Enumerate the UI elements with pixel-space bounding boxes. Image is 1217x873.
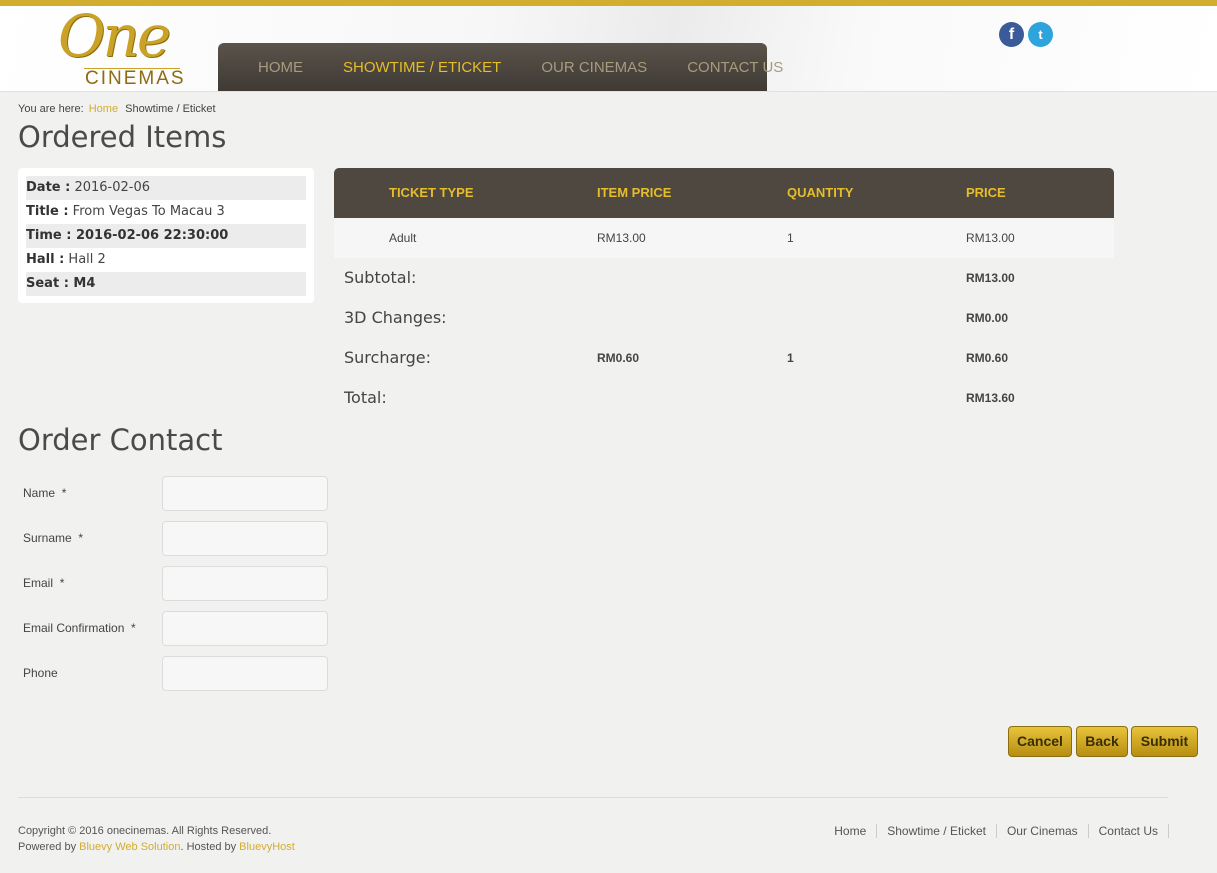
column-quantity: QUANTITY	[787, 185, 854, 200]
info-value: From Vegas To Macau 3	[68, 204, 225, 219]
email-input[interactable]	[162, 566, 328, 601]
footer-nav-showtime-eticket[interactable]: Showtime / Eticket	[877, 824, 997, 838]
footer-divider	[18, 797, 1168, 798]
field-label-text: Email	[23, 576, 54, 590]
column-item-price: ITEM PRICE	[597, 185, 672, 200]
ordered-items-title: Ordered Items	[18, 120, 227, 154]
info-row-time: Time : 2016-02-06 22:30:00	[26, 224, 306, 248]
surcharge-item-price: RM0.60	[597, 351, 640, 365]
info-value: 2016-02-06 22:30:00	[71, 228, 229, 243]
breadcrumb-current: Showtime / Eticket	[125, 103, 216, 115]
info-row-hall: Hall : Hall 2	[26, 248, 306, 272]
bluevy-web-solution-link[interactable]: Bluevy Web Solution	[79, 841, 180, 853]
email-label: Email *	[23, 576, 64, 590]
field-label-text: Name	[23, 486, 56, 500]
field-label-text: Surname	[23, 531, 72, 545]
info-value: M4	[68, 276, 96, 291]
3d-changes-value: RM0.00	[966, 311, 1009, 325]
nav-our-cinemas[interactable]: OUR CINEMAS	[541, 59, 647, 76]
info-label: Date :	[26, 180, 71, 195]
column-price: PRICE	[966, 185, 1006, 200]
required-marker: *	[59, 576, 65, 590]
info-row-title: Title : From Vegas To Macau 3	[26, 200, 306, 224]
subtotal-label: Subtotal:	[344, 268, 417, 287]
footer-nav-home[interactable]: Home	[824, 824, 878, 838]
surcharge-label: Surcharge:	[344, 348, 431, 367]
email-confirmation-input[interactable]	[162, 611, 328, 646]
breadcrumb: You are here: Home Showtime / Eticket	[18, 103, 216, 115]
logo-wordmark: One	[58, 2, 171, 70]
bluevyhost-link[interactable]: BluevyHost	[239, 841, 295, 853]
powered-by-text: Powered by Bluevy Web Solution. Hosted b…	[18, 841, 295, 853]
surcharge-quantity: 1	[787, 351, 794, 365]
field-label-text: Phone	[23, 666, 58, 680]
info-value: Hall 2	[64, 252, 106, 267]
3d-changes-label: 3D Changes:	[344, 308, 447, 327]
info-value: 2016-02-06	[70, 180, 151, 195]
order-info-panel: Date : 2016-02-06 Title : From Vegas To …	[18, 168, 314, 303]
logo-subtitle: CINEMAS	[85, 68, 186, 89]
cell-item-price: RM13.00	[597, 231, 646, 245]
name-label: Name *	[23, 486, 66, 500]
surname-label: Surname *	[23, 531, 83, 545]
twitter-icon[interactable]: t	[1028, 22, 1053, 47]
main-nav: HOME SHOWTIME / ETICKET OUR CINEMAS CONT…	[218, 43, 783, 91]
info-label: Title :	[26, 204, 69, 219]
info-row-date: Date : 2016-02-06	[26, 176, 306, 200]
phone-label: Phone	[23, 666, 58, 680]
field-label-text: Email Confirmation	[23, 621, 125, 635]
required-marker: *	[78, 531, 84, 545]
breadcrumb-home-link[interactable]: Home	[89, 103, 118, 115]
name-input[interactable]	[162, 476, 328, 511]
required-marker: *	[61, 486, 67, 500]
cell-price: RM13.00	[966, 231, 1015, 245]
info-label: Hall :	[26, 252, 65, 267]
back-button[interactable]: Back	[1076, 726, 1128, 757]
copyright-text: Copyright © 2016 onecinemas. All Rights …	[18, 825, 272, 837]
order-contact-title: Order Contact	[18, 423, 223, 457]
surcharge-value: RM0.60	[966, 351, 1009, 365]
nav-contact-us[interactable]: CONTACT US	[687, 59, 783, 76]
nav-home[interactable]: HOME	[258, 59, 303, 76]
hosted-prefix: . Hosted by	[180, 841, 240, 853]
column-ticket-type: TICKET TYPE	[389, 185, 474, 200]
surname-input[interactable]	[162, 521, 328, 556]
powered-prefix: Powered by	[18, 841, 80, 853]
order-table-header: TICKET TYPE ITEM PRICE QUANTITY PRICE	[334, 168, 1114, 218]
total-value: RM13.60	[966, 391, 1015, 405]
nav-showtime-eticket[interactable]: SHOWTIME / ETICKET	[343, 59, 501, 76]
phone-input[interactable]	[162, 656, 328, 691]
cell-quantity: 1	[787, 231, 794, 245]
breadcrumb-prefix: You are here:	[18, 103, 84, 115]
footer-nav-our-cinemas[interactable]: Our Cinemas	[997, 824, 1089, 838]
email-confirmation-label: Email Confirmation *	[23, 621, 136, 635]
info-row-seat: Seat : M4	[26, 272, 306, 296]
table-row: Adult RM13.00 1 RM13.00	[334, 218, 1114, 258]
required-marker: *	[131, 621, 136, 635]
subtotal-value: RM13.00	[966, 271, 1015, 285]
facebook-icon[interactable]: f	[999, 22, 1024, 47]
site-logo[interactable]: One CINEMAS	[58, 2, 188, 92]
footer-nav: Home Showtime / Eticket Our Cinemas Cont…	[824, 824, 1169, 838]
cell-ticket-type: Adult	[389, 231, 417, 245]
info-label: Time :	[26, 228, 72, 243]
submit-button[interactable]: Submit	[1131, 726, 1198, 757]
cancel-button[interactable]: Cancel	[1008, 726, 1072, 757]
info-label: Seat :	[26, 276, 69, 291]
footer-nav-contact-us[interactable]: Contact Us	[1089, 824, 1169, 838]
total-label: Total:	[344, 388, 387, 407]
